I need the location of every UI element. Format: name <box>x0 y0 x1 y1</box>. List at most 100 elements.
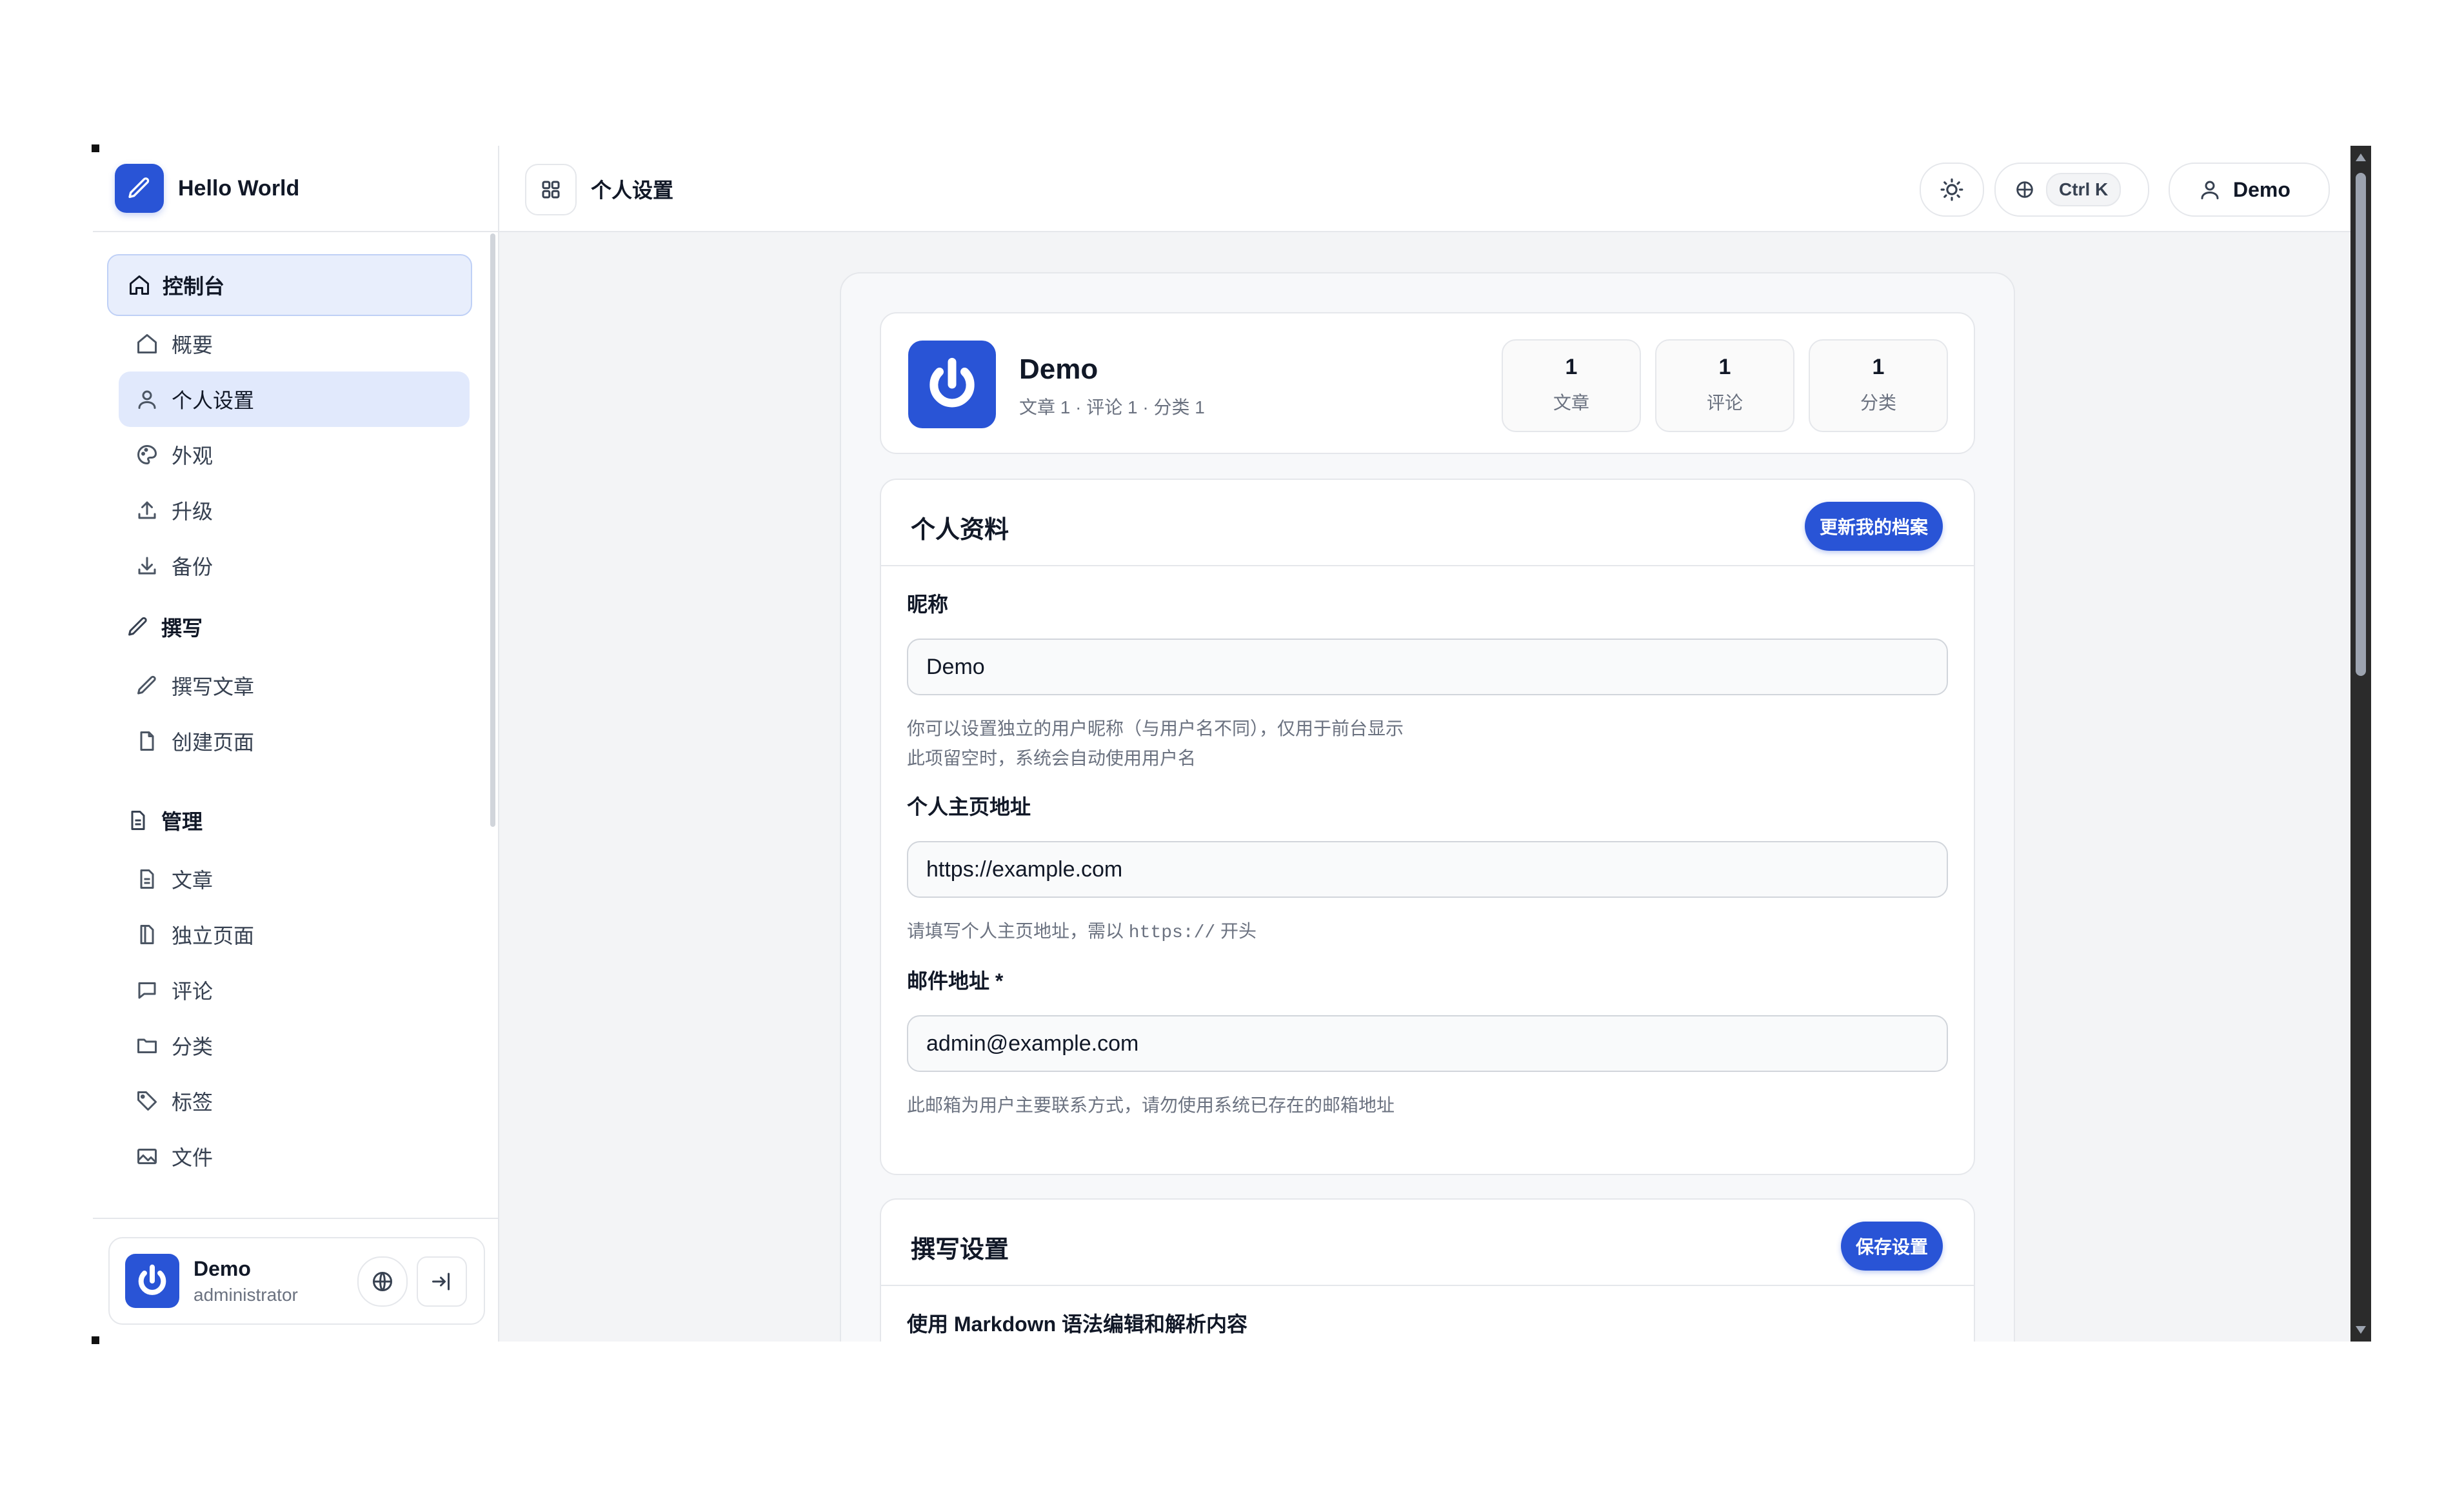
download-icon <box>135 554 159 577</box>
avatar[interactable] <box>908 341 996 428</box>
pen-icon <box>135 674 159 697</box>
sidebar-scrollbar[interactable] <box>490 233 495 827</box>
homepage-help-suffix: 开头 <box>1220 921 1257 941</box>
sidebar-item-write-post[interactable]: 撰写文章 <box>119 658 470 713</box>
stat-label: 分类 <box>1860 393 1896 413</box>
stat-label: 评论 <box>1706 393 1743 413</box>
shortcut-hint: Ctrl K <box>2046 173 2121 206</box>
globe-icon <box>371 1270 394 1293</box>
user-icon <box>2198 178 2221 201</box>
stat-comments[interactable]: 1 评论 <box>1655 339 1794 432</box>
sidebar-item-label: 文章 <box>172 869 214 892</box>
folder-icon <box>135 1034 159 1057</box>
language-button[interactable] <box>357 1256 408 1307</box>
brand[interactable]: Hello World <box>93 146 498 232</box>
nickname-label: 昵称 <box>907 593 949 616</box>
profile-name: Demo <box>1019 353 1098 385</box>
section-title: 撰写设置 <box>911 1236 1009 1263</box>
sidebar-nav: 控制台 概要 个人设置 外观 升级 备份 撰写 撰写文章 创建页面 管理 文章 … <box>93 232 498 1219</box>
nav-group-write[interactable]: 撰写 <box>107 601 470 653</box>
command-search-button[interactable]: Ctrl K <box>1994 163 2149 217</box>
nav-group-label: 管理 <box>161 810 203 833</box>
avatar[interactable] <box>125 1254 179 1308</box>
sidebar-item-label: 创建页面 <box>172 731 255 754</box>
sidebar-item-files[interactable]: 文件 <box>119 1129 470 1184</box>
brand-logo-icon <box>115 164 164 213</box>
scrollbar-thumb[interactable] <box>2356 173 2366 676</box>
document-icon <box>126 809 150 832</box>
stat-value: 1 <box>1565 355 1578 379</box>
logout-icon <box>430 1270 453 1293</box>
email-help: 此邮箱为用户主要联系方式，请勿使用系统已存在的邮箱地址 <box>907 1095 1395 1115</box>
stat-value: 1 <box>1872 355 1885 379</box>
upload-icon <box>135 499 159 522</box>
sidebar-item-label: 备份 <box>172 555 214 579</box>
user-menu-label: Demo <box>2233 177 2290 201</box>
homepage-help-code: https:// <box>1128 923 1216 943</box>
sidebar-item-profile[interactable]: 个人设置 <box>119 372 470 427</box>
pages-icon <box>135 923 159 946</box>
sidebar-item-overview[interactable]: 概要 <box>119 316 470 372</box>
sidebar-item-create-page[interactable]: 创建页面 <box>119 713 470 769</box>
nav-group-label: 撰写 <box>161 617 203 640</box>
sidebar-footer: Demo administrator <box>93 1218 498 1342</box>
command-icon <box>2014 179 2036 201</box>
nav-group-manage[interactable]: 管理 <box>107 795 470 846</box>
app-window: Hello World 控制台 概要 个人设置 外观 升级 备份 撰写 撰写文章… <box>93 146 2371 1342</box>
pen-icon <box>126 615 150 639</box>
stat-categories[interactable]: 1 分类 <box>1809 339 1948 432</box>
nickname-help-2: 此项留空时，系统会自动使用用户名 <box>907 748 1197 768</box>
user-menu-button[interactable]: Demo <box>2169 163 2330 217</box>
sidebar-item-posts[interactable]: 文章 <box>119 851 470 907</box>
section-title: 个人资料 <box>911 517 1009 544</box>
sidebar-item-backup[interactable]: 备份 <box>119 538 470 593</box>
sidebar-item-label: 撰写文章 <box>172 675 255 698</box>
save-settings-button[interactable]: 保存设置 <box>1841 1222 1943 1271</box>
sidebar-item-pages[interactable]: 独立页面 <box>119 907 470 962</box>
stat-label: 文章 <box>1553 393 1589 413</box>
sidebar-item-tags[interactable]: 标签 <box>119 1073 470 1129</box>
profile-summary-card: Demo 文章 1 · 评论 1 · 分类 1 1 文章 1 评论 1 分类 <box>880 312 1975 454</box>
sidebar-item-label: 外观 <box>172 444 214 468</box>
homepage-label: 个人主页地址 <box>907 795 1031 818</box>
update-profile-button[interactable]: 更新我的档案 <box>1805 502 1943 551</box>
sidebar-item-label: 独立页面 <box>172 924 255 947</box>
main-scrollbar[interactable] <box>2350 146 2371 1342</box>
nickname-help: 你可以设置独立的用户昵称（与用户名不同），仅用于前台显示 <box>907 718 1404 738</box>
window-corner-mark <box>92 1336 99 1344</box>
sidebar-item-label: 个人设置 <box>172 389 255 412</box>
user-icon <box>135 388 159 411</box>
home-icon <box>135 332 159 355</box>
apps-button[interactable] <box>525 164 577 215</box>
sidebar-item-label: 文件 <box>172 1146 214 1169</box>
sidebar-item-upgrade[interactable]: 升级 <box>119 482 470 538</box>
theme-toggle-button[interactable] <box>1920 163 1984 217</box>
nav-dashboard[interactable]: 控制台 <box>107 254 472 316</box>
sidebar-item-label: 标签 <box>172 1091 214 1114</box>
email-field[interactable] <box>907 1015 1948 1072</box>
markdown-option-label: 使用 Markdown 语法编辑和解析内容 <box>907 1313 1248 1336</box>
logout-button[interactable] <box>417 1256 467 1307</box>
sidebar-item-label: 分类 <box>172 1035 214 1058</box>
sidebar-item-appearance[interactable]: 外观 <box>119 427 470 482</box>
palette-icon <box>135 443 159 466</box>
homepage-help-text: 请填写个人主页地址，需以 <box>907 921 1124 941</box>
personal-info-card: 个人资料 更新我的档案 昵称 你可以设置独立的用户昵称（与用户名不同），仅用于前… <box>880 479 1975 1175</box>
image-icon <box>135 1145 159 1168</box>
home-icon <box>128 273 151 297</box>
stat-posts[interactable]: 1 文章 <box>1502 339 1641 432</box>
file-icon <box>135 729 159 753</box>
tag-icon <box>135 1089 159 1113</box>
sidebar-item-comments[interactable]: 评论 <box>119 962 470 1018</box>
profile-summary: 文章 1 · 评论 1 · 分类 1 <box>1019 397 1205 417</box>
content-panel: Demo 文章 1 · 评论 1 · 分类 1 1 文章 1 评论 1 分类 个… <box>840 272 2015 1342</box>
sidebar-item-label: 评论 <box>172 980 214 1003</box>
section-header: 撰写设置 保存设置 <box>881 1200 1974 1286</box>
homepage-field[interactable] <box>907 841 1948 898</box>
scroll-down-arrow[interactable] <box>2356 1326 2366 1334</box>
stat-value: 1 <box>1718 355 1731 379</box>
sidebar-item-categories[interactable]: 分类 <box>119 1018 470 1073</box>
scroll-up-arrow[interactable] <box>2356 154 2366 161</box>
nickname-field[interactable] <box>907 639 1948 695</box>
document-icon <box>135 867 159 891</box>
